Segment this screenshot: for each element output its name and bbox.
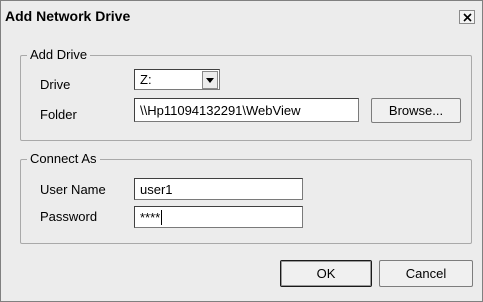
password-field[interactable]: ****	[134, 206, 303, 228]
add-drive-legend: Add Drive	[27, 47, 91, 62]
drive-select-value: Z:	[140, 72, 152, 87]
connect-as-group: Connect As	[20, 151, 472, 244]
password-label: Password	[40, 209, 98, 224]
password-field-value: ****	[140, 210, 161, 225]
text-cursor	[161, 210, 163, 225]
folder-field[interactable]: \\Hp11094132291\WebView	[134, 98, 359, 122]
close-icon	[463, 13, 472, 22]
drive-select[interactable]: Z:	[134, 69, 220, 90]
dialog-title: Add Network Drive	[5, 8, 131, 24]
close-button[interactable]	[459, 10, 475, 24]
browse-button[interactable]: Browse...	[371, 98, 461, 123]
ok-button[interactable]: OK	[280, 260, 372, 287]
username-label: User Name	[40, 182, 106, 197]
cancel-button[interactable]: Cancel	[379, 260, 473, 287]
chevron-down-icon	[206, 78, 214, 83]
folder-label: Folder	[40, 107, 77, 122]
title-bar: Add Network Drive	[1, 1, 482, 33]
drive-label: Drive	[40, 77, 71, 92]
username-field[interactable]: user1	[134, 178, 303, 200]
folder-field-value: \\Hp11094132291\WebView	[140, 103, 301, 118]
drive-dropdown-button[interactable]	[202, 71, 218, 89]
connect-as-legend: Connect As	[27, 151, 100, 166]
username-field-value: user1	[140, 182, 173, 197]
add-network-drive-dialog: Add Network Drive Add Drive Drive Z: Fol…	[0, 0, 483, 302]
